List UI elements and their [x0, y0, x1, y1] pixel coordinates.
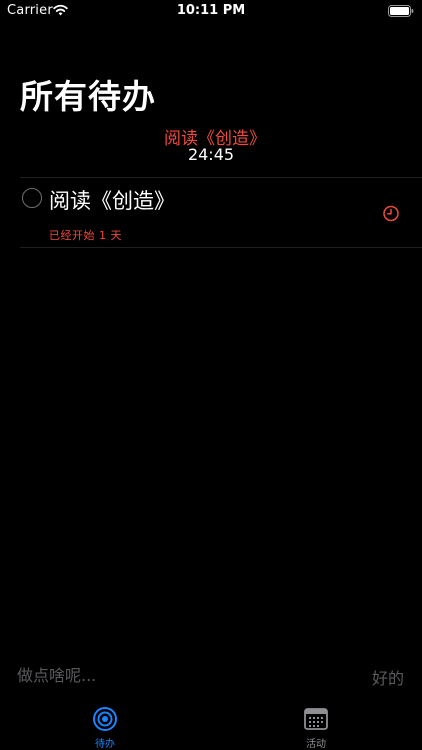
app-screen: Carrier 10:11 PM 所有待办 阅读《创造》 24:45 阅读《创造…: [0, 0, 422, 750]
status-bar: Carrier 10:11 PM: [0, 0, 422, 22]
status-time: 10:11 PM: [176, 3, 246, 18]
confirm-button[interactable]: 好的: [372, 665, 404, 689]
todo-title: 阅读《创造》: [49, 189, 175, 213]
timer-countdown: 24:45: [187, 145, 235, 164]
todo-list-item[interactable]: 阅读《创造》 已经开始 1 天: [0, 178, 422, 247]
battery-icon: [388, 5, 414, 17]
tab-todo[interactable]: 待办: [75, 706, 135, 750]
page-title: 所有待办: [20, 77, 156, 116]
tab-activity[interactable]: 活动: [286, 706, 346, 750]
tab-todo-label: 待办: [95, 739, 115, 750]
new-todo-bar: 好的: [0, 660, 422, 690]
list-divider: [20, 247, 422, 248]
calendar-icon: [304, 708, 328, 730]
todo-started-label: 已经开始 1 天: [49, 229, 122, 242]
target-icon: [93, 707, 117, 731]
tab-bar: 待办 活动: [0, 700, 422, 750]
tab-activity-label: 活动: [306, 739, 326, 750]
new-todo-input[interactable]: [17, 663, 317, 687]
alarm-clock-icon[interactable]: [382, 204, 400, 222]
todo-checkbox[interactable]: [22, 188, 42, 208]
